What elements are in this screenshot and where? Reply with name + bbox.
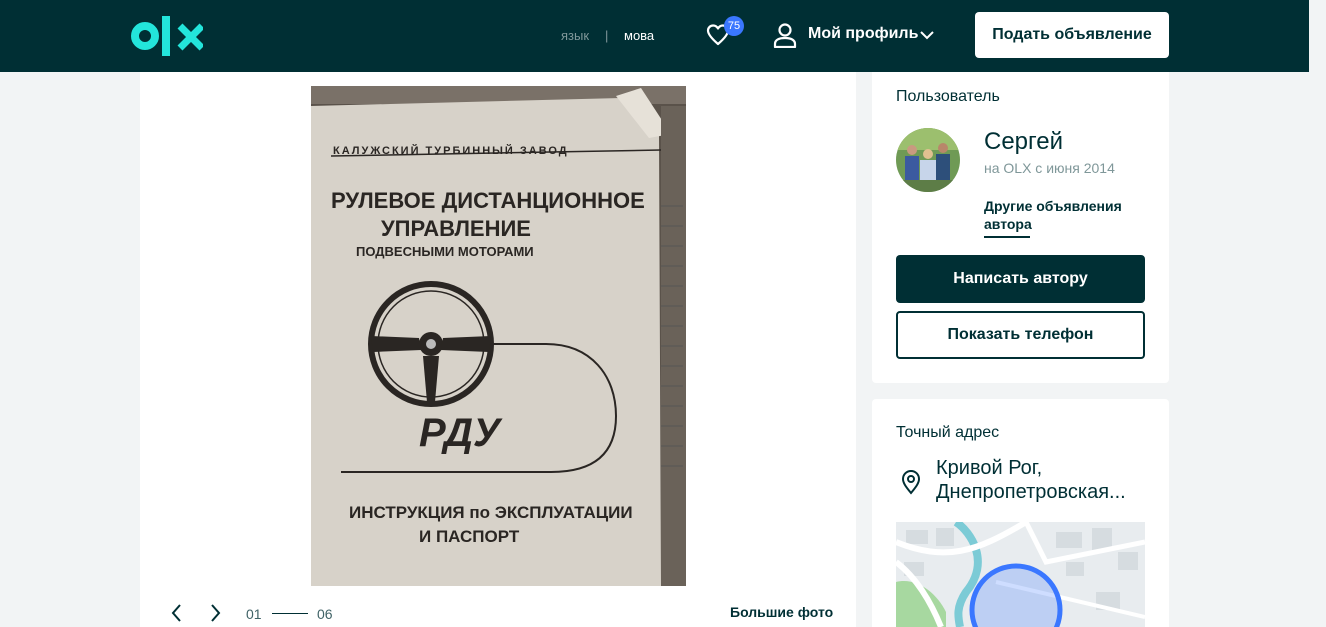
address-city: Кривой Рог,: [936, 457, 1043, 479]
other-ads-underline: [984, 236, 1030, 238]
user-since: на OLX с июня 2014: [984, 160, 1115, 176]
chevron-right-icon[interactable]: [206, 602, 224, 624]
photo-text-logo: РДУ: [419, 411, 503, 455]
listing-photo[interactable]: КАЛУЖСКИЙ ТУРБИННЫЙ ЗАВОД РУЛЕВОЕ ДИСТАН…: [311, 86, 686, 586]
user-card: Пользователь Сергей на OLX с июня 2014 Д…: [872, 72, 1169, 383]
language-ru-link[interactable]: язык: [561, 28, 589, 43]
olx-logo[interactable]: [131, 16, 203, 56]
location-pin-icon: [901, 469, 921, 495]
post-ad-button[interactable]: Подать объявление: [975, 12, 1169, 58]
photo-text-title-1: РУЛЕВОЕ ДИСТАНЦИОННОЕ: [331, 188, 645, 213]
address-region: Днепропетровская...: [936, 481, 1126, 503]
photo-counter-total: 06: [317, 606, 333, 622]
photo-text-subtitle: ПОДВЕСНЫМИ МОТОРАМИ: [356, 244, 534, 259]
chevron-left-icon[interactable]: [168, 602, 186, 624]
big-photos-link[interactable]: Большие фото: [730, 604, 833, 620]
language-separator: |: [605, 28, 609, 43]
show-phone-button[interactable]: Показать телефон: [896, 311, 1145, 359]
other-ads-link[interactable]: Другие объявления автора: [984, 197, 1124, 233]
photo-counter-divider: [272, 613, 308, 614]
user-name: Сергей: [984, 128, 1064, 155]
photo-text-passport: И ПАСПОРТ: [419, 527, 520, 546]
photo-counter-current: 01: [246, 606, 262, 622]
language-ua-link[interactable]: мова: [624, 28, 654, 43]
location-map[interactable]: [896, 522, 1145, 627]
address-card-title: Точный адрес: [896, 424, 1000, 441]
photo-text-factory: КАЛУЖСКИЙ ТУРБИННЫЙ ЗАВОД: [333, 144, 569, 157]
user-icon[interactable]: [773, 22, 797, 48]
photo-text-title-2: УПРАВЛЕНИЕ: [381, 216, 531, 241]
chevron-down-icon[interactable]: [918, 27, 936, 43]
my-profile-link[interactable]: Мой профиль: [808, 25, 918, 43]
photo-gallery: КАЛУЖСКИЙ ТУРБИННЫЙ ЗАВОД РУЛЕВОЕ ДИСТАН…: [140, 72, 856, 627]
write-author-button[interactable]: Написать автору: [896, 255, 1145, 303]
avatar[interactable]: [896, 128, 960, 192]
user-card-title: Пользователь: [896, 88, 1000, 105]
favorites-count-badge: 75: [724, 16, 744, 36]
address-card: Точный адрес Кривой Рог, Днепропетровска…: [872, 399, 1169, 627]
photo-text-instruction: ИНСТРУКЦИЯ по ЭКСПЛУАТАЦИИ: [349, 503, 633, 522]
top-header: язык | мова 75 Мой профиль Подать объявл…: [0, 0, 1309, 72]
